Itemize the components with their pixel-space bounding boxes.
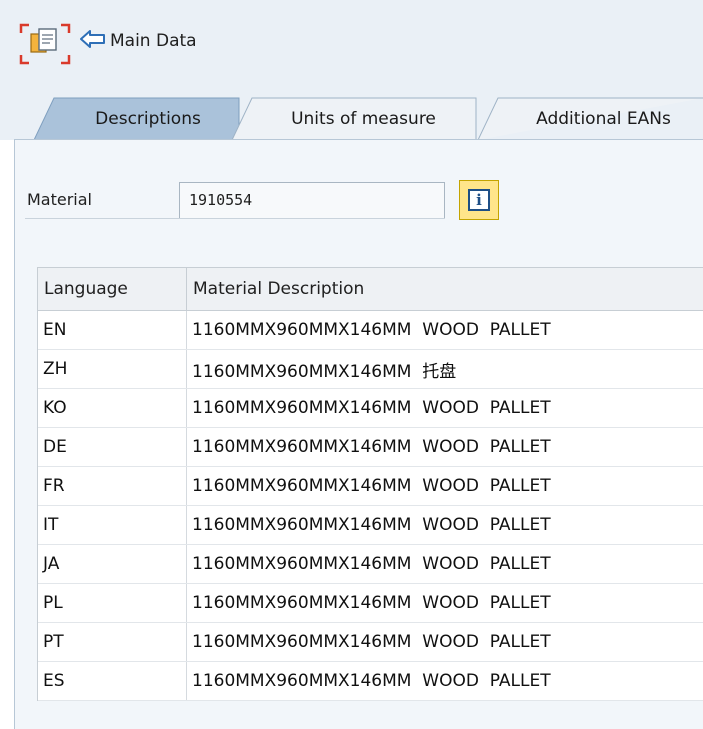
cell-material-description[interactable]: 1160MMX960MMX146MM WOOD PALLET <box>187 506 703 544</box>
table-row[interactable]: PT 1160MMX960MMX146MM WOOD PALLET <box>38 623 703 662</box>
cell-language[interactable]: JA <box>38 545 187 583</box>
info-button[interactable]: i <box>459 180 499 220</box>
cell-material-description[interactable]: 1160MMX960MMX146MM WOOD PALLET <box>187 584 703 622</box>
cell-language[interactable]: EN <box>38 311 187 349</box>
toolbar: Main Data <box>0 0 703 80</box>
cell-material-description[interactable]: 1160MMX960MMX146MM WOOD PALLET <box>187 428 703 466</box>
cell-material-description[interactable]: 1160MMX960MMX146MM WOOD PALLET <box>187 545 703 583</box>
table-row[interactable]: IT 1160MMX960MMX146MM WOOD PALLET <box>38 506 703 545</box>
table-row[interactable]: DE 1160MMX960MMX146MM WOOD PALLET <box>38 428 703 467</box>
tab-descriptions-label: Descriptions <box>95 108 201 129</box>
tab-units-of-measure[interactable]: Units of measure <box>232 97 477 141</box>
table-row[interactable]: FR 1160MMX960MMX146MM WOOD PALLET <box>38 467 703 506</box>
table-row[interactable]: ES 1160MMX960MMX146MM WOOD PALLET <box>38 662 703 701</box>
cell-language[interactable]: PL <box>38 584 187 622</box>
cell-language[interactable]: FR <box>38 467 187 505</box>
material-field[interactable]: 1910554 <box>179 182 445 218</box>
cell-material-description[interactable]: 1160MMX960MMX146MM WOOD PALLET <box>187 311 703 349</box>
cell-language[interactable]: KO <box>38 389 187 427</box>
table-row[interactable]: JA 1160MMX960MMX146MM WOOD PALLET <box>38 545 703 584</box>
tab-additional-eans[interactable]: Additional EANs <box>478 97 703 141</box>
cell-language[interactable]: IT <box>38 506 187 544</box>
cell-language[interactable]: PT <box>38 623 187 661</box>
cell-language[interactable]: ES <box>38 662 187 700</box>
tab-descriptions[interactable]: Descriptions <box>34 97 240 141</box>
table-row[interactable]: ZH 1160MMX960MMX146MM 托盘 <box>38 350 703 389</box>
arrow-left-icon <box>80 30 106 52</box>
info-icon: i <box>468 189 490 211</box>
cell-material-description[interactable]: 1160MMX960MMX146MM 托盘 <box>187 350 703 388</box>
table-header-row: Language Material Description <box>38 268 703 311</box>
column-header-language[interactable]: Language <box>38 268 187 310</box>
cell-material-description[interactable]: 1160MMX960MMX146MM WOOD PALLET <box>187 467 703 505</box>
column-header-material-description[interactable]: Material Description <box>187 268 703 310</box>
table-row[interactable]: PL 1160MMX960MMX146MM WOOD PALLET <box>38 584 703 623</box>
back-button-label: Main Data <box>110 31 197 51</box>
descriptions-table: Language Material Description EN 1160MMX… <box>37 267 703 701</box>
material-field-underline <box>25 218 445 219</box>
table-row[interactable]: KO 1160MMX960MMX146MM WOOD PALLET <box>38 389 703 428</box>
material-label: Material <box>27 190 92 209</box>
copy-document-icon[interactable] <box>19 23 71 65</box>
back-to-main-data-button[interactable]: Main Data <box>80 30 197 52</box>
cell-material-description[interactable]: 1160MMX960MMX146MM WOOD PALLET <box>187 662 703 700</box>
cell-material-description[interactable]: 1160MMX960MMX146MM WOOD PALLET <box>187 389 703 427</box>
cell-language[interactable]: DE <box>38 428 187 466</box>
tab-additional-eans-label: Additional EANs <box>536 108 671 129</box>
tab-units-of-measure-label: Units of measure <box>291 108 436 129</box>
cell-language[interactable]: ZH <box>38 350 187 388</box>
cell-material-description[interactable]: 1160MMX960MMX146MM WOOD PALLET <box>187 623 703 661</box>
table-row[interactable]: EN 1160MMX960MMX146MM WOOD PALLET <box>38 311 703 350</box>
